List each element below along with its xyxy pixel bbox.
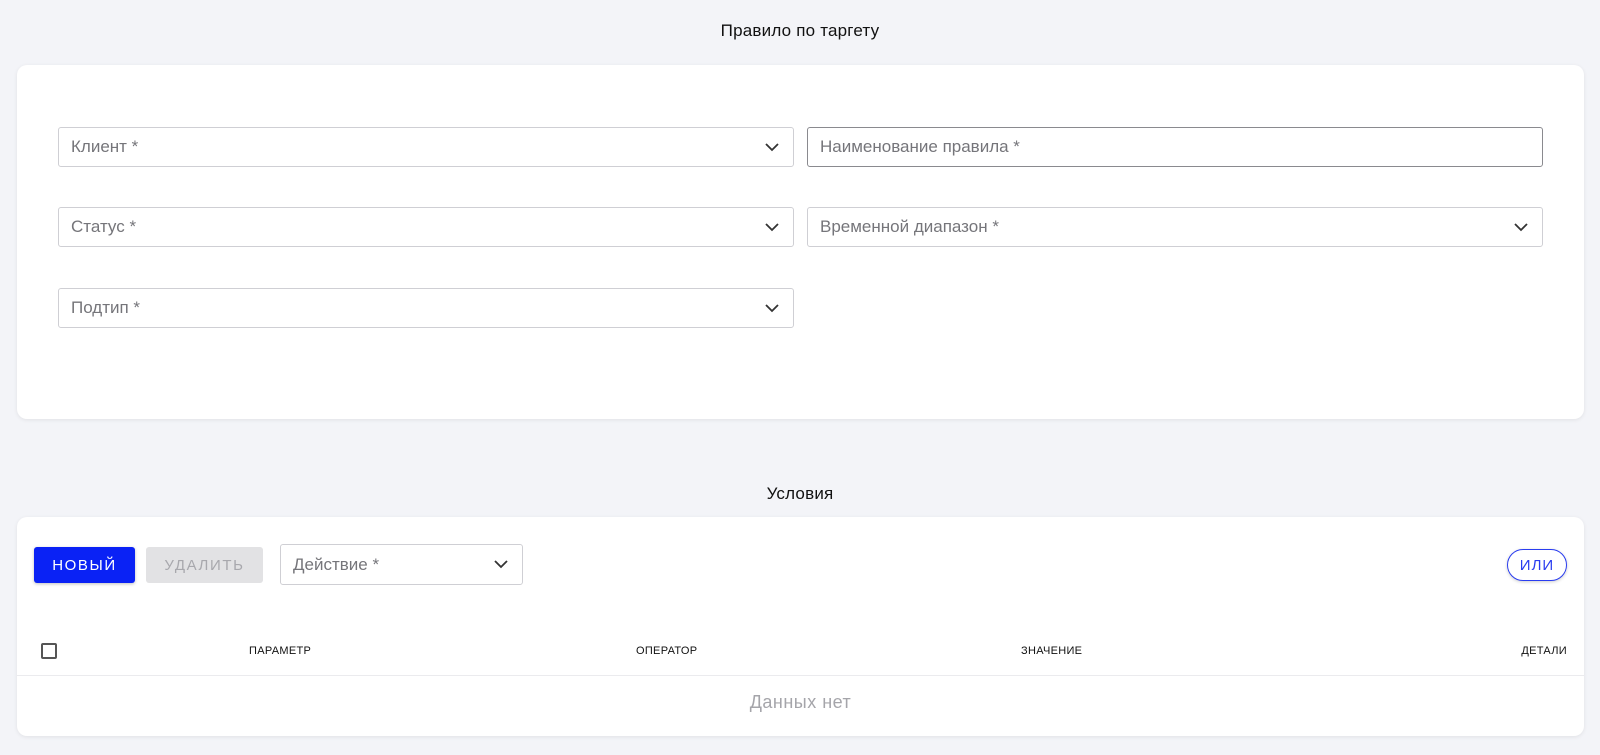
action-select[interactable]: Действие * [280,544,523,585]
rule-section-title: Правило по таргету [720,21,880,40]
client-select-label: Клиент * [71,137,139,156]
time-range-select-label: Временной диапазон * [820,217,999,236]
conditions-card: НОВЫЙ УДАЛИТЬ Действие * ИЛИ ПАРАМЕТР ОП… [17,517,1584,736]
chevron-down-icon [1512,218,1530,236]
conditions-table-header: ПАРАМЕТР ОПЕРАТОР ЗНАЧЕНИЕ ДЕТАЛИ [17,627,1584,676]
subtype-select[interactable]: Подтип * [58,288,794,328]
delete-condition-button: УДАЛИТЬ [146,547,263,583]
chevron-down-icon [763,138,781,156]
chevron-down-icon [492,556,510,574]
status-select-label: Статус * [71,217,137,236]
time-range-select[interactable]: Временной диапазон * [807,207,1543,247]
client-select[interactable]: Клиент * [58,127,794,167]
subtype-select-label: Подтип * [71,298,141,317]
or-toggle-button[interactable]: ИЛИ [1507,549,1567,581]
rule-name-label: Наименование правила * [820,137,1020,156]
column-header-operator[interactable]: ОПЕРАТОР [636,645,697,657]
status-select[interactable]: Статус * [58,207,794,247]
action-select-label: Действие * [293,554,380,574]
column-header-details[interactable]: ДЕТАЛИ [1521,645,1567,657]
conditions-section-title: Условия [766,484,834,503]
chevron-down-icon [763,299,781,317]
column-header-parameter[interactable]: ПАРАМЕТР [249,645,311,657]
chevron-down-icon [763,218,781,236]
column-header-value[interactable]: ЗНАЧЕНИЕ [1021,645,1082,657]
rule-name-input[interactable]: Наименование правила * [807,127,1543,167]
empty-table-message: Данных нет [749,692,852,712]
rule-form-card: Клиент * Наименование правила * Статус *… [17,65,1584,419]
new-condition-button[interactable]: НОВЫЙ [34,547,135,583]
select-all-checkbox[interactable] [41,643,57,659]
